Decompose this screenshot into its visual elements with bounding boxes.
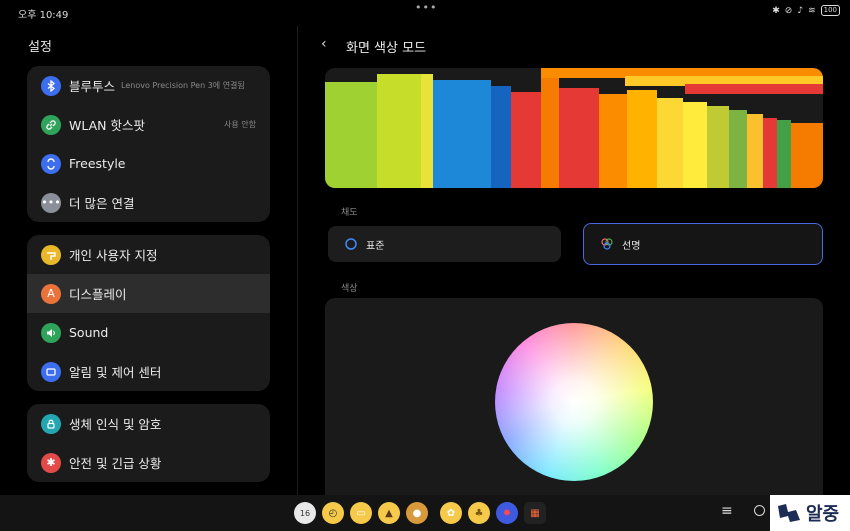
sidebar-item-label: 블루투스 xyxy=(69,79,116,94)
settings-app-icon[interactable]: ✹ xyxy=(496,502,518,524)
watermark-emblem-icon xyxy=(778,504,800,522)
battery-icon: 100 xyxy=(820,5,840,16)
saturation-label: 채도 xyxy=(341,208,358,218)
sidebar-item-notifications[interactable]: 알림 및 제어 센터 xyxy=(27,352,270,391)
sidebar-item-label: Freestyle xyxy=(69,156,126,171)
sidebar-item-label: WLAN 핫스팟 xyxy=(69,118,145,133)
saturation-vivid-button[interactable]: 선명 xyxy=(583,223,823,265)
flower-app-icon[interactable]: ✿ xyxy=(440,502,462,524)
color-preview-image xyxy=(325,68,823,188)
clock2-app-icon[interactable]: ◴ xyxy=(322,502,344,524)
sidebar-item-label: 디스플레이 xyxy=(69,287,127,302)
sidebar-item-freestyle[interactable]: Freestyle xyxy=(27,144,270,183)
gallery-app-icon[interactable]: ▲ xyxy=(378,502,400,524)
color-wheel[interactable] xyxy=(495,323,653,481)
settings-sidebar: 블루투스 Lenovo Precision Pen 3에 연결됨 WLAN 핫스… xyxy=(27,66,270,495)
sidebar-item-label: 더 많은 연결 xyxy=(69,196,135,211)
sidebar-item-bluetooth[interactable]: 블루투스 Lenovo Precision Pen 3에 연결됨 xyxy=(27,66,270,105)
sidebar-item-biometrics[interactable]: 생체 인식 및 암호 xyxy=(27,404,270,443)
group-personalization: 개인 사용자 지정 A 디스플레이 Sound 알림 및 제어 센터 xyxy=(27,235,270,391)
notification-icon xyxy=(41,361,61,382)
more-icon: ••• xyxy=(41,192,61,213)
recorder-app-icon[interactable]: ● xyxy=(406,502,428,524)
sidebar-item-sub: Lenovo Precision Pen 3에 연결됨 xyxy=(121,81,245,90)
sidebar-item-label: 생체 인식 및 암호 xyxy=(69,417,162,432)
sound-icon xyxy=(41,322,61,343)
hue-label: 색상 xyxy=(341,284,358,294)
wifi-status-icon: ≋ xyxy=(808,5,816,16)
saturation-vivid-label: 선명 xyxy=(622,240,641,252)
watermark-text: 알중 xyxy=(806,504,840,525)
saturation-standard-label: 표준 xyxy=(366,240,385,252)
sidebar-item-label: 개인 사용자 지정 xyxy=(69,248,158,263)
hotspot-status: 사용 안함 xyxy=(224,120,256,129)
freestyle-icon xyxy=(41,153,61,174)
sidebar-item-sound[interactable]: Sound xyxy=(27,313,270,352)
sidebar-item-display[interactable]: A 디스플레이 xyxy=(27,274,270,313)
sidebar-item-label: Sound xyxy=(69,325,109,340)
display-icon: A xyxy=(41,283,61,304)
dnd-status-icon: ⊘ xyxy=(784,5,793,16)
pane-divider[interactable] xyxy=(297,26,298,496)
link-icon xyxy=(41,114,61,135)
tree-app-icon[interactable]: ♣ xyxy=(468,502,490,524)
standard-icon xyxy=(345,238,357,250)
sidebar-item-more-connections[interactable]: ••• 더 많은 연결 xyxy=(27,183,270,222)
emergency-icon: ✱ xyxy=(41,452,61,473)
back-button[interactable]: ‹ xyxy=(321,36,327,52)
sidebar-item-personalize[interactable]: 개인 사용자 지정 xyxy=(27,235,270,274)
mute-status-icon: ♪ xyxy=(797,5,804,16)
lock-icon xyxy=(41,413,61,434)
status-bar: 오후 10:49 ••• ✱ ⊘ ♪ ≋ 100 xyxy=(0,0,850,24)
home-button[interactable] xyxy=(754,505,765,516)
bluetooth-icon xyxy=(41,75,61,96)
status-time: 오후 10:49 xyxy=(18,10,69,21)
personalize-icon xyxy=(41,244,61,265)
hue-panel xyxy=(325,298,823,498)
notes-app-icon[interactable]: ▭ xyxy=(350,502,372,524)
sidebar-item-label: 안전 및 긴급 상황 xyxy=(69,456,162,471)
bluetooth-status-icon: ✱ xyxy=(772,5,780,16)
menu-button[interactable]: ≡ xyxy=(721,503,733,519)
vivid-icon xyxy=(601,238,613,250)
group-security: 생체 인식 및 암호 ✱ 안전 및 긴급 상황 xyxy=(27,404,270,482)
group-connections: 블루투스 Lenovo Precision Pen 3에 연결됨 WLAN 핫스… xyxy=(27,66,270,222)
taskbar: 16 ◴ ▭ ▲ ● ✿ ♣ ✹ ▦ ≡ 알중 xyxy=(0,495,850,531)
sidebar-item-emergency[interactable]: ✱ 안전 및 긴급 상황 xyxy=(27,443,270,482)
saturation-standard-button[interactable]: 표준 xyxy=(328,226,561,262)
watermark-logo: 알중 xyxy=(770,495,850,531)
page-title: 화면 색상 모드 xyxy=(346,41,427,56)
colorful-doors-image xyxy=(325,68,823,188)
grid-app-icon[interactable]: ▦ xyxy=(524,502,546,524)
sidebar-item-hotspot[interactable]: WLAN 핫스팟 사용 안함 xyxy=(27,105,270,144)
sidebar-item-label: 알림 및 제어 센터 xyxy=(69,365,162,380)
status-icons: ✱ ⊘ ♪ ≋ 100 xyxy=(772,5,840,16)
app-dock: 16 ◴ ▭ ▲ ● ✿ ♣ ✹ ▦ xyxy=(294,502,546,524)
window-handle[interactable]: ••• xyxy=(415,1,437,14)
settings-title: 설정 xyxy=(28,40,52,55)
clock-app-icon[interactable]: 16 xyxy=(294,502,316,524)
